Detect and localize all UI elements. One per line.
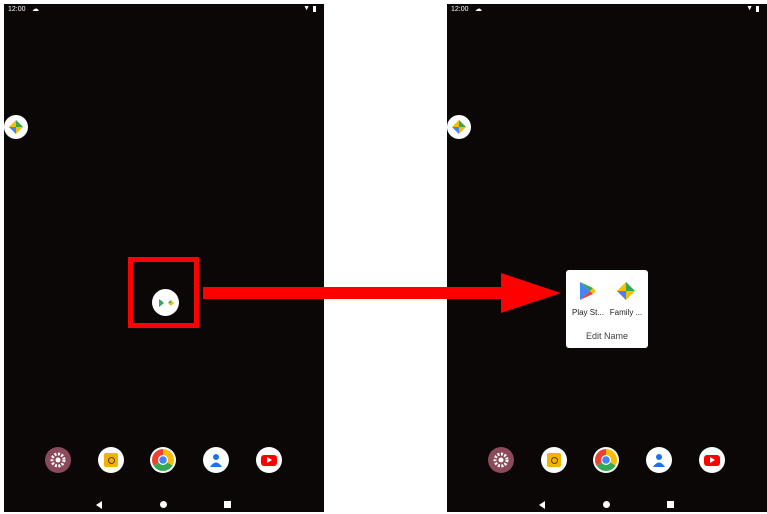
play-store-icon <box>577 280 599 302</box>
folder-popup: Play St... Family ... Edit Name <box>566 270 648 348</box>
annotation-arrow-head <box>501 273 561 313</box>
status-time: 12:00 <box>451 6 469 13</box>
dock <box>447 447 767 477</box>
home-icon[interactable] <box>160 501 167 508</box>
youtube-icon[interactable] <box>256 447 282 473</box>
wifi-icon: ▼ <box>303 5 310 12</box>
recents-icon[interactable] <box>667 501 674 508</box>
youtube-icon[interactable] <box>699 447 725 473</box>
back-icon[interactable] <box>96 501 102 509</box>
settings-icon[interactable] <box>45 447 71 473</box>
recents-icon[interactable] <box>224 501 231 508</box>
contacts-icon[interactable] <box>203 447 229 473</box>
popup-app-play-store[interactable]: Play St... <box>570 280 606 317</box>
chrome-icon[interactable] <box>593 447 619 473</box>
popup-app-family-link[interactable]: Family ... <box>608 280 644 317</box>
popup-app-label: Family ... <box>609 308 643 317</box>
status-time: 12:00 <box>8 6 26 13</box>
navigation-bar <box>4 499 324 511</box>
family-link-icon[interactable] <box>4 115 28 139</box>
cloud-icon: ☁ <box>475 6 482 13</box>
annotation-arrow-shaft <box>203 287 506 299</box>
popup-app-label: Play St... <box>571 308 604 317</box>
dock <box>4 447 324 477</box>
highlight-box <box>128 257 199 328</box>
cloud-icon: ☁ <box>32 6 39 13</box>
contacts-icon[interactable] <box>646 447 672 473</box>
edit-name-button[interactable]: Edit Name <box>566 331 648 341</box>
home-icon[interactable] <box>603 501 610 508</box>
family-link-icon <box>615 280 637 302</box>
right-phone-screen: 12:00 ☁ ▼ Play St... Family ... Edit Nam… <box>447 4 767 512</box>
battery-icon <box>313 6 316 12</box>
files-icon[interactable] <box>541 447 567 473</box>
wifi-icon: ▼ <box>746 5 753 12</box>
battery-icon <box>756 6 759 12</box>
chrome-icon[interactable] <box>150 447 176 473</box>
settings-icon[interactable] <box>488 447 514 473</box>
back-icon[interactable] <box>539 501 545 509</box>
navigation-bar <box>447 499 767 511</box>
files-icon[interactable] <box>98 447 124 473</box>
family-link-icon[interactable] <box>447 115 471 139</box>
